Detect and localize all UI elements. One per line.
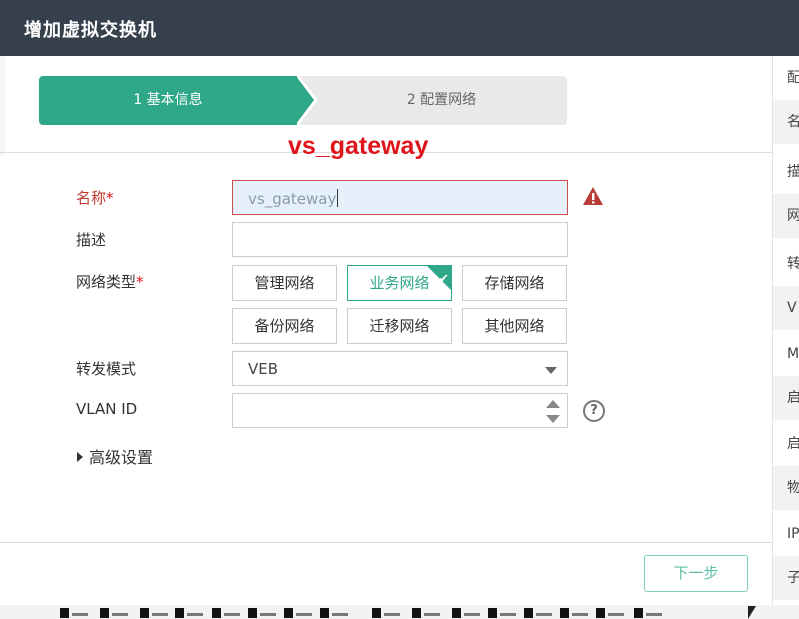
advanced-settings-toggle[interactable]: 高级设置 xyxy=(77,444,153,468)
required-mark: * xyxy=(136,273,144,291)
strip-segment xyxy=(175,608,206,618)
strip-segment xyxy=(284,608,315,618)
step-configure-network[interactable]: 2 配置网络 xyxy=(300,76,567,125)
right-panel-row: IP xyxy=(787,526,799,542)
required-mark: * xyxy=(106,189,114,207)
step-basic-info[interactable]: 1 基本信息 xyxy=(39,76,297,125)
dialog-title: 增加虚拟交换机 xyxy=(24,20,157,41)
network-type-business-button[interactable]: 业务网络 ✔ xyxy=(347,265,452,301)
strip-segment xyxy=(372,608,403,618)
name-input[interactable]: vs_gateway xyxy=(232,180,568,215)
mouse-cursor-icon xyxy=(748,606,756,619)
step-arrow xyxy=(296,76,314,124)
help-icon[interactable]: ? xyxy=(583,400,605,422)
network-type-storage-button[interactable]: 存储网络 xyxy=(462,265,567,301)
network-type-migration-button[interactable]: 迁移网络 xyxy=(347,308,452,344)
strip-segment xyxy=(412,608,443,618)
name-label: 名称* xyxy=(76,187,114,208)
right-panel-row: 子 xyxy=(773,556,799,600)
step-configure-network-label: 2 配置网络 xyxy=(406,92,477,108)
strip-segment xyxy=(212,608,243,618)
check-icon: ✔ xyxy=(438,272,449,287)
right-panel-row: 转 xyxy=(773,242,799,286)
strip-segment xyxy=(634,608,665,618)
vlan-id-input[interactable] xyxy=(232,393,568,428)
strip-segment xyxy=(452,608,483,618)
spinner-down-icon[interactable] xyxy=(546,415,560,423)
advanced-settings-label: 高级设置 xyxy=(89,448,154,467)
strip-segment xyxy=(524,608,555,618)
forward-mode-value: VEB xyxy=(248,360,279,378)
footer-divider xyxy=(0,542,772,543)
right-panel-row: V xyxy=(773,286,799,330)
name-label-text: 名称 xyxy=(76,189,107,207)
expand-triangle-icon xyxy=(77,452,83,462)
strip-segment xyxy=(140,608,171,618)
strip-segment xyxy=(248,608,279,618)
vlan-id-label: VLAN ID xyxy=(76,400,138,418)
network-type-label: 网络类型* xyxy=(76,271,144,292)
network-type-management-button[interactable]: 管理网络 xyxy=(232,265,337,301)
warning-icon xyxy=(583,187,603,205)
annotation-overlay-text: vs_gateway xyxy=(288,132,429,160)
bottom-strip xyxy=(0,605,799,619)
strip-segment xyxy=(596,608,627,618)
strip-segment xyxy=(60,608,91,618)
right-panel-row: 网 xyxy=(773,194,799,238)
strip-segment xyxy=(100,608,131,618)
right-side-panel: 配 名 描 网 转 V M 启 启 物 IP 子 xyxy=(772,56,799,605)
network-type-business-label: 业务网络 xyxy=(369,274,430,292)
right-panel-row: 名 xyxy=(773,100,799,144)
network-type-other-button[interactable]: 其他网络 xyxy=(462,308,567,344)
name-input-value: vs_gateway xyxy=(248,190,337,208)
forward-mode-select[interactable]: VEB xyxy=(232,351,568,386)
next-step-button[interactable]: 下一步 xyxy=(644,555,748,592)
right-panel-row: 启 xyxy=(773,422,799,466)
network-type-backup-button[interactable]: 备份网络 xyxy=(232,308,337,344)
text-caret xyxy=(337,189,339,207)
network-type-label-text: 网络类型 xyxy=(76,273,137,291)
step-basic-info-label: 1 基本信息 xyxy=(133,92,203,108)
right-panel-row: 描 xyxy=(773,150,799,194)
description-input[interactable] xyxy=(232,222,568,257)
strip-segment xyxy=(488,608,519,618)
forward-mode-label: 转发模式 xyxy=(76,360,137,378)
strip-segment xyxy=(320,608,351,618)
dialog-titlebar: 增加虚拟交换机 xyxy=(0,0,799,56)
strip-segment xyxy=(560,608,591,618)
left-edge-panel xyxy=(0,56,5,156)
right-panel-row: 配 xyxy=(773,56,799,100)
right-panel-row: 启 xyxy=(773,376,799,420)
description-label: 描述 xyxy=(76,231,107,249)
right-panel-row: 物 xyxy=(773,466,799,510)
dropdown-caret-icon xyxy=(545,367,557,374)
right-panel-row: M xyxy=(787,346,799,362)
spinner-up-icon[interactable] xyxy=(546,400,560,408)
